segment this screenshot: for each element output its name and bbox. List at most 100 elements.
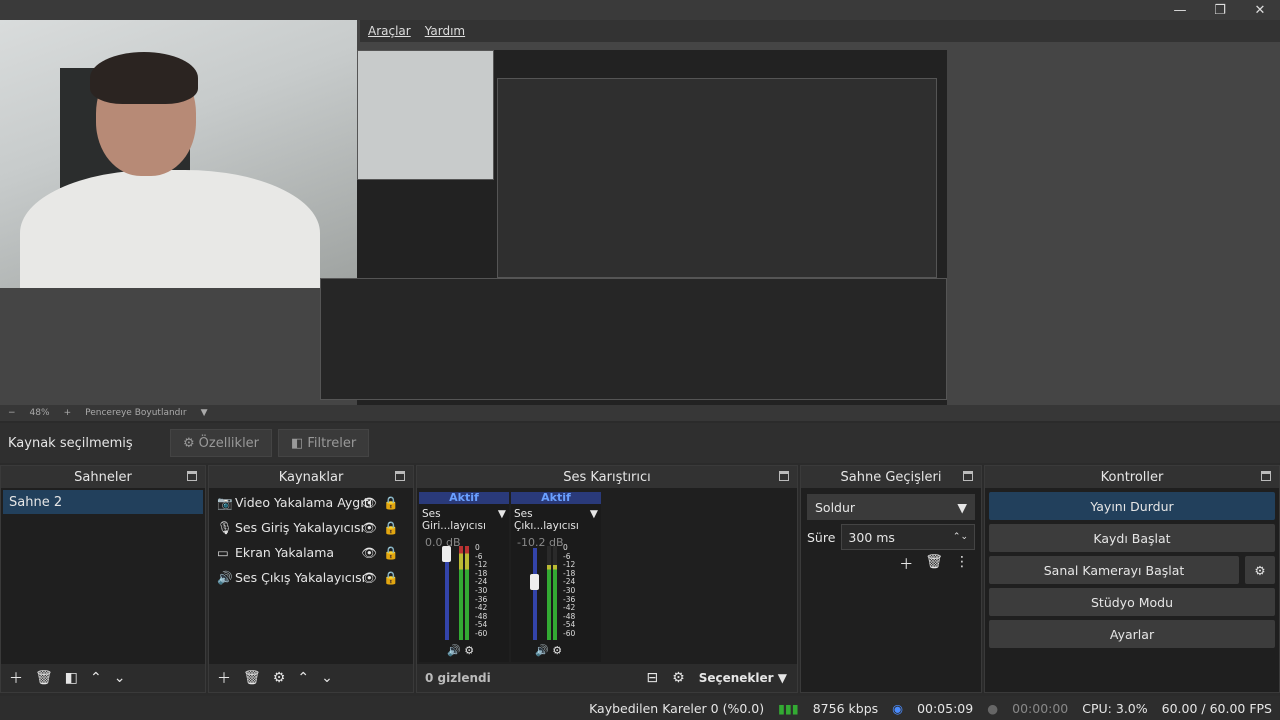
volume-slider[interactable]	[533, 548, 537, 640]
arrow-up-icon[interactable]: ⌃	[90, 670, 102, 686]
settings-button[interactable]: Ayarlar	[989, 620, 1275, 648]
gear-icon: ⚙	[183, 435, 195, 451]
undock-icon[interactable]	[395, 471, 405, 481]
gear-icon[interactable]: ⚙	[464, 644, 474, 657]
gear-icon[interactable]: ⚙	[552, 644, 562, 657]
trash-icon[interactable]: 🗑	[243, 670, 261, 686]
record-time: 00:00:00	[1012, 700, 1069, 716]
add-icon[interactable]: ＋	[217, 668, 231, 688]
hidden-count: 0 gizlendi	[425, 671, 491, 685]
preview-canvas[interactable]	[0, 20, 1280, 420]
title-bar: — ❐ ✕	[0, 0, 1280, 20]
eye-icon[interactable]: 👁	[361, 570, 377, 586]
source-item[interactable]: 🎙 Ses Giriş Yakalayıcısı 👁 🔒	[209, 515, 413, 540]
volume-knob[interactable]	[530, 574, 539, 590]
source-item[interactable]: 📷 Video Yakalama Aygıtı 👁 🔒	[209, 490, 413, 515]
layout-icon[interactable]: ⊟	[646, 670, 658, 686]
nested-preview-1	[497, 78, 937, 278]
minimize-button[interactable]: —	[1160, 0, 1200, 20]
active-badge: Aktif	[511, 492, 601, 504]
lock-icon[interactable]: 🔒	[383, 545, 399, 561]
lock-icon[interactable]: 🔒	[383, 520, 399, 536]
studio-mode-button[interactable]: Stüdyo Modu	[989, 588, 1275, 616]
virtual-camera-settings[interactable]: ⚙	[1245, 556, 1275, 584]
zoom-level: 48%	[29, 408, 50, 418]
properties-button[interactable]: ⚙ Özellikler	[170, 429, 273, 457]
mixer-title: Ses Karıştırıcı	[563, 469, 651, 485]
meter-tick: -60	[475, 628, 488, 638]
speaker-icon[interactable]: 🔊	[535, 644, 549, 657]
undock-icon[interactable]	[187, 471, 197, 481]
filters-label: Filtreler	[307, 435, 357, 451]
restore-button[interactable]: ❐	[1200, 0, 1240, 20]
arrow-down-icon[interactable]: ⌄	[321, 670, 333, 686]
meter-scale: 0 -6 -12 -18 -24 -30 -36 -42 -48 -54 -60	[563, 543, 575, 639]
stop-stream-button[interactable]: Yayını Durdur	[989, 492, 1275, 520]
meter-scale: 0 -6 -12 -18 -24 -30 -36 -42 -48 -54 -60	[475, 543, 488, 639]
advanced-audio-icon[interactable]: ⚙	[672, 670, 685, 686]
source-label: Video Yakalama Aygıtı	[235, 495, 373, 510]
level-meter	[547, 546, 551, 640]
close-button[interactable]: ✕	[1240, 0, 1280, 20]
virtual-camera-button[interactable]: Sanal Kamerayı Başlat	[989, 556, 1239, 584]
audio-mixer-dock: Ses Karıştırıcı Aktif Ses Giri...layıcıs…	[416, 465, 798, 693]
zoom-out-button[interactable]: −	[8, 408, 16, 418]
menu-tools[interactable]: Araçlar	[368, 24, 411, 38]
cpu-usage: CPU: 3.0%	[1082, 700, 1148, 716]
source-item[interactable]: ▭ Ekran Yakalama 👁 🔒	[209, 540, 413, 565]
filters-button[interactable]: ◧ Filtreler	[278, 429, 370, 457]
filter-icon[interactable]: ◧	[65, 670, 78, 686]
menu-help[interactable]: Yardım	[425, 24, 465, 38]
undock-icon[interactable]	[963, 471, 973, 481]
zoom-in-button[interactable]: +	[64, 408, 72, 418]
controls-title: Kontroller	[1100, 469, 1164, 485]
level-meter	[553, 546, 557, 640]
arrow-up-icon[interactable]: ⌃	[297, 670, 309, 686]
chevron-down-icon[interactable]: ▼	[201, 408, 208, 418]
gear-icon[interactable]: ⚙	[273, 670, 286, 686]
microphone-icon: 🎙	[217, 519, 233, 535]
duration-input[interactable]: 300 ms ⌃⌄	[841, 524, 975, 550]
bitrate: 8756 kbps	[812, 700, 879, 716]
camera-icon: 📷	[217, 494, 233, 510]
channel-menu-icon[interactable]: ▼	[590, 508, 598, 532]
add-icon[interactable]: ＋	[9, 668, 23, 688]
nested-docks	[320, 278, 947, 400]
lock-icon[interactable]: 🔒	[383, 570, 399, 586]
undock-icon[interactable]	[1261, 471, 1271, 481]
chevron-down-icon: ▼	[957, 499, 967, 515]
speaker-icon[interactable]: 🔊	[447, 644, 461, 657]
options-button[interactable]: Seçenekler ▼	[699, 671, 787, 685]
trash-icon[interactable]: 🗑	[35, 670, 53, 686]
channel-menu-icon[interactable]: ▼	[498, 508, 506, 532]
monitor-icon: ▭	[217, 545, 229, 560]
speaker-icon: 🔊	[217, 569, 233, 585]
start-recording-button[interactable]: Kaydı Başlat	[989, 524, 1275, 552]
sources-dock: Kaynaklar 📷 Video Yakalama Aygıtı 👁 🔒 🎙 Ses …	[208, 465, 414, 693]
scenes-dock: Sahneler Sahne 2 ＋ 🗑 ◧ ⌃ ⌄	[0, 465, 206, 693]
volume-knob[interactable]	[442, 546, 451, 562]
scenes-title: Sahneler	[74, 469, 132, 485]
controls-dock: Kontroller Yayını Durdur Kaydı Başlat Sa…	[984, 465, 1280, 693]
more-icon[interactable]: ⋮	[955, 554, 969, 574]
source-toolbar: Kaynak seçilmemiş ⚙ Özellikler ◧ Filtreler	[0, 423, 1280, 463]
person-hair	[90, 52, 198, 104]
options-label: Seçenekler	[698, 671, 774, 685]
source-label: Ses Çıkış Yakalayıcısı	[235, 570, 366, 585]
fit-window-label[interactable]: Pencereye Boyutlandır	[85, 408, 186, 418]
eye-icon[interactable]: 👁	[361, 520, 377, 536]
fps: 60.00 / 60.00 FPS	[1161, 700, 1272, 716]
undock-icon[interactable]	[779, 471, 789, 481]
trash-icon[interactable]: 🗑	[925, 554, 943, 574]
scene-item[interactable]: Sahne 2	[3, 490, 203, 514]
mixer-channel: Aktif Ses Çıkı...layıcısı ▼ -10.2 dB 0 -6-…	[511, 492, 601, 662]
lock-icon[interactable]: 🔒	[383, 495, 399, 511]
transition-select[interactable]: Soldur ▼	[807, 494, 975, 520]
arrow-down-icon[interactable]: ⌄	[114, 670, 126, 686]
source-item[interactable]: 🔊 Ses Çıkış Yakalayıcısı 👁 🔒	[209, 565, 413, 590]
eye-icon[interactable]: 👁	[361, 545, 377, 561]
properties-label: Özellikler	[198, 435, 260, 451]
eye-icon[interactable]: 👁	[361, 495, 377, 511]
stepper-icon[interactable]: ⌃⌄	[953, 532, 968, 542]
add-icon[interactable]: ＋	[899, 554, 913, 574]
